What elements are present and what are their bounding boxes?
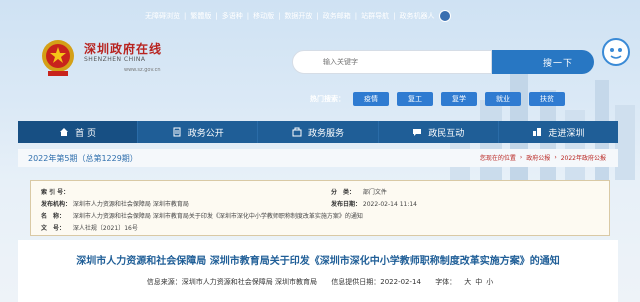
font-size-small[interactable]: 小 bbox=[486, 278, 493, 286]
font-size-large[interactable]: 大 bbox=[464, 278, 471, 286]
search-box bbox=[292, 50, 492, 74]
info-issuer-row: 发布机构： 深圳市人力资源和社会保障局 深圳市教育局 bbox=[41, 199, 189, 208]
nav-item-home[interactable]: 首 页 bbox=[18, 121, 139, 143]
nav-label-home: 首 页 bbox=[75, 128, 97, 139]
search-button[interactable]: 搜一下 bbox=[522, 50, 594, 74]
article-meta: 信息来源：深圳市人力资源和社会保障局 深圳市教育局 信息提供日期：2022-02… bbox=[18, 277, 618, 287]
article-source: 信息来源：深圳市人力资源和社会保障局 深圳市教育局 bbox=[146, 278, 318, 286]
breadcrumb-item-2022-gazette[interactable]: 2022年政府公报 bbox=[561, 153, 606, 162]
top-bar: 无障碍浏览 | 繁體版 | 多语种 | 移动版 | 数据开放 | 政务邮箱 | … bbox=[0, 0, 640, 30]
info-category-row: 分 类： 部门文件 bbox=[331, 187, 387, 196]
home-icon bbox=[60, 128, 69, 136]
top-links: 无障碍浏览 | 繁體版 | 多语种 | 移动版 | 数据开放 | 政务邮箱 | … bbox=[145, 10, 451, 22]
top-link-site-nav[interactable]: 站群导航 bbox=[361, 11, 389, 21]
logo-english-text: SHENZHEN CHINA bbox=[84, 56, 146, 63]
nav-item-interaction[interactable]: 政民互动 bbox=[379, 121, 499, 143]
info-index-key: 索 引 号： bbox=[41, 189, 70, 196]
robot-icon[interactable] bbox=[438, 10, 451, 22]
article-section: 深圳市人力资源和社会保障局 深圳市教育局关于印发《深圳市深化中小学教师职称制度改… bbox=[18, 240, 618, 302]
info-issuer-value: 深圳市人力资源和社会保障局 深圳市教育局 bbox=[72, 201, 189, 208]
info-docno-key: 文 号： bbox=[41, 225, 66, 232]
info-docno-row: 文 号： 深人社规〔2021〕16号 bbox=[41, 223, 138, 232]
document-info-box: 索 引 号： 分 类： 部门文件 发布机构： 深圳市人力资源和社会保障局 深圳市… bbox=[30, 180, 610, 236]
hot-search-label: 热门搜索： bbox=[310, 95, 345, 103]
logo-url-text: www.sz.gov.cn bbox=[124, 67, 161, 73]
hot-search: 热门搜索： 疫情 复工 复学 就业 扶贫 bbox=[310, 92, 573, 106]
top-link-email[interactable]: 政务邮箱 bbox=[323, 11, 351, 21]
logo-chinese-text: 深圳政府在线 bbox=[84, 42, 163, 56]
hot-tag-poverty[interactable]: 扶贫 bbox=[529, 92, 565, 106]
font-size-medium[interactable]: 中 bbox=[475, 278, 482, 286]
nav-item-gov-service[interactable]: 政务服务 bbox=[258, 121, 379, 143]
top-link-robot[interactable]: 政务机器人 bbox=[400, 11, 435, 21]
nav-label-interaction: 政民互动 bbox=[428, 128, 465, 139]
breadcrumb: 您现在的位置 › 政府公报 › 2022年政府公报 bbox=[479, 153, 606, 162]
breadcrumb-prefix: 您现在的位置 bbox=[479, 155, 516, 162]
chat-icon bbox=[413, 129, 422, 136]
info-name-key: 名 称： bbox=[41, 213, 66, 220]
city-icon bbox=[533, 128, 542, 136]
nav-label-shenzhen: 走进深圳 bbox=[548, 128, 585, 139]
main-nav: 首 页 政务公开 政务服务 政民互动 走进深圳 bbox=[18, 121, 618, 143]
top-link-languages[interactable]: 多语种 bbox=[222, 11, 243, 21]
site-logo[interactable]: 深圳政府在线 SHENZHEN CHINA www.sz.gov.cn bbox=[84, 40, 174, 74]
info-name-value: 深圳市人力资源和社会保障局 深圳市教育局关于印发《深圳市深化中小学教师职称制度改… bbox=[72, 213, 363, 220]
info-issuer-key: 发布机构： bbox=[41, 201, 72, 208]
info-date-row: 发布日期： 2022-02-14 11:14 bbox=[331, 199, 417, 208]
breadcrumb-item-gazette[interactable]: 政府公报 bbox=[526, 153, 550, 162]
top-link-mobile[interactable]: 移动版 bbox=[253, 11, 274, 21]
info-category-key: 分 类： bbox=[331, 189, 356, 196]
nav-label-open-gov: 政务公开 bbox=[187, 128, 224, 139]
document-icon bbox=[173, 127, 181, 137]
hot-tag-resume-work[interactable]: 复工 bbox=[397, 92, 433, 106]
top-link-traditional[interactable]: 繁體版 bbox=[190, 11, 211, 21]
nav-label-gov-service: 政务服务 bbox=[308, 128, 345, 139]
hot-tag-epidemic[interactable]: 疫情 bbox=[353, 92, 389, 106]
info-date-value: 2022-02-14 11:14 bbox=[362, 201, 417, 208]
article-title: 深圳市人力资源和社会保障局 深圳市教育局关于印发《深圳市深化中小学教师职称制度改… bbox=[76, 256, 560, 267]
national-emblem-icon bbox=[42, 40, 74, 76]
article-date: 信息提供日期：2022-02-14 bbox=[331, 278, 421, 286]
hot-tag-employment[interactable]: 就业 bbox=[485, 92, 521, 106]
info-category-value: 部门文件 bbox=[362, 189, 387, 196]
top-link-accessibility[interactable]: 无障碍浏览 bbox=[145, 11, 180, 21]
nav-item-open-gov[interactable]: 政务公开 bbox=[138, 121, 259, 143]
info-date-key: 发布日期： bbox=[331, 201, 362, 208]
info-index-row: 索 引 号： bbox=[41, 187, 71, 196]
service-icon bbox=[292, 127, 302, 137]
info-docno-value: 深人社规〔2021〕16号 bbox=[72, 225, 138, 232]
font-size-label: 字体： bbox=[435, 278, 457, 286]
search-input[interactable] bbox=[293, 51, 491, 73]
top-link-open-data[interactable]: 数据开放 bbox=[284, 11, 312, 21]
nav-item-shenzhen[interactable]: 走进深圳 bbox=[499, 121, 618, 143]
issue-title: 2022年第5期（总第1229期） bbox=[28, 153, 138, 163]
search-button-extension[interactable] bbox=[492, 50, 522, 74]
info-name-row: 名 称： 深圳市人力资源和社会保障局 深圳市教育局关于印发《深圳市深化中小学教师… bbox=[41, 211, 363, 220]
issue-bar: 2022年第5期（总第1229期） 您现在的位置 › 政府公报 › 2022年政… bbox=[18, 149, 618, 167]
hot-tag-resume-school[interactable]: 复学 bbox=[441, 92, 477, 106]
robot-mascot-icon[interactable] bbox=[600, 36, 632, 68]
